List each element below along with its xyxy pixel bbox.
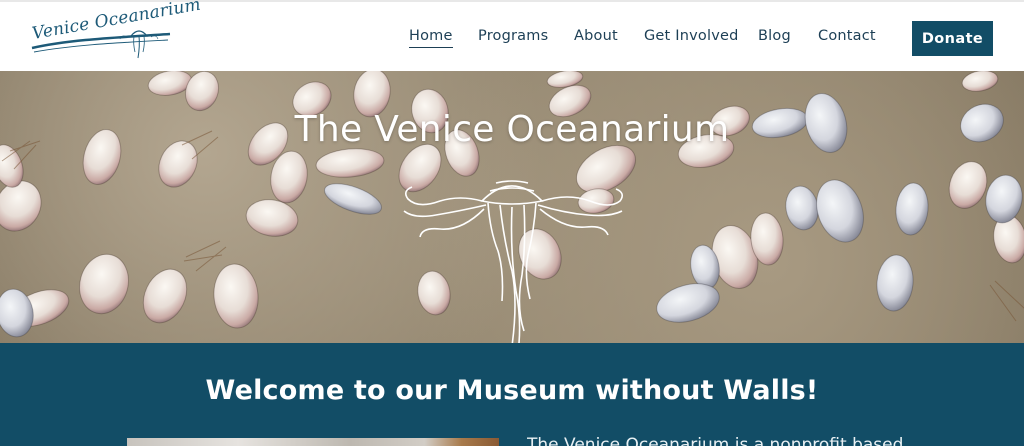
donate-button[interactable]: Donate: [912, 21, 993, 56]
jellyfish-icon: [403, 180, 624, 343]
nav-item-home[interactable]: Home: [409, 28, 453, 48]
nav-item-get-involved[interactable]: Get Involved: [644, 28, 739, 44]
nav-item-about[interactable]: About: [574, 28, 618, 44]
welcome-paragraph: The Venice Oceanarium is a nonprofit bas…: [527, 435, 904, 446]
nav-item-programs[interactable]: Programs: [478, 28, 548, 44]
welcome-photo: [127, 438, 499, 446]
welcome-heading: Welcome to our Museum without Walls!: [205, 375, 819, 406]
site-header: Venice Oceanarium Home Programs About Ge…: [0, 0, 1024, 71]
welcome-section: Welcome to our Museum without Walls! The…: [0, 343, 1024, 446]
hero-banner: The Venice Oceanarium: [0, 71, 1024, 343]
nav-item-blog[interactable]: Blog: [758, 28, 791, 44]
nav-item-contact[interactable]: Contact: [818, 28, 876, 44]
hero-title: The Venice Oceanarium: [294, 109, 730, 150]
main-nav: Home Programs About Get Involved Blog Co…: [0, 28, 1024, 52]
